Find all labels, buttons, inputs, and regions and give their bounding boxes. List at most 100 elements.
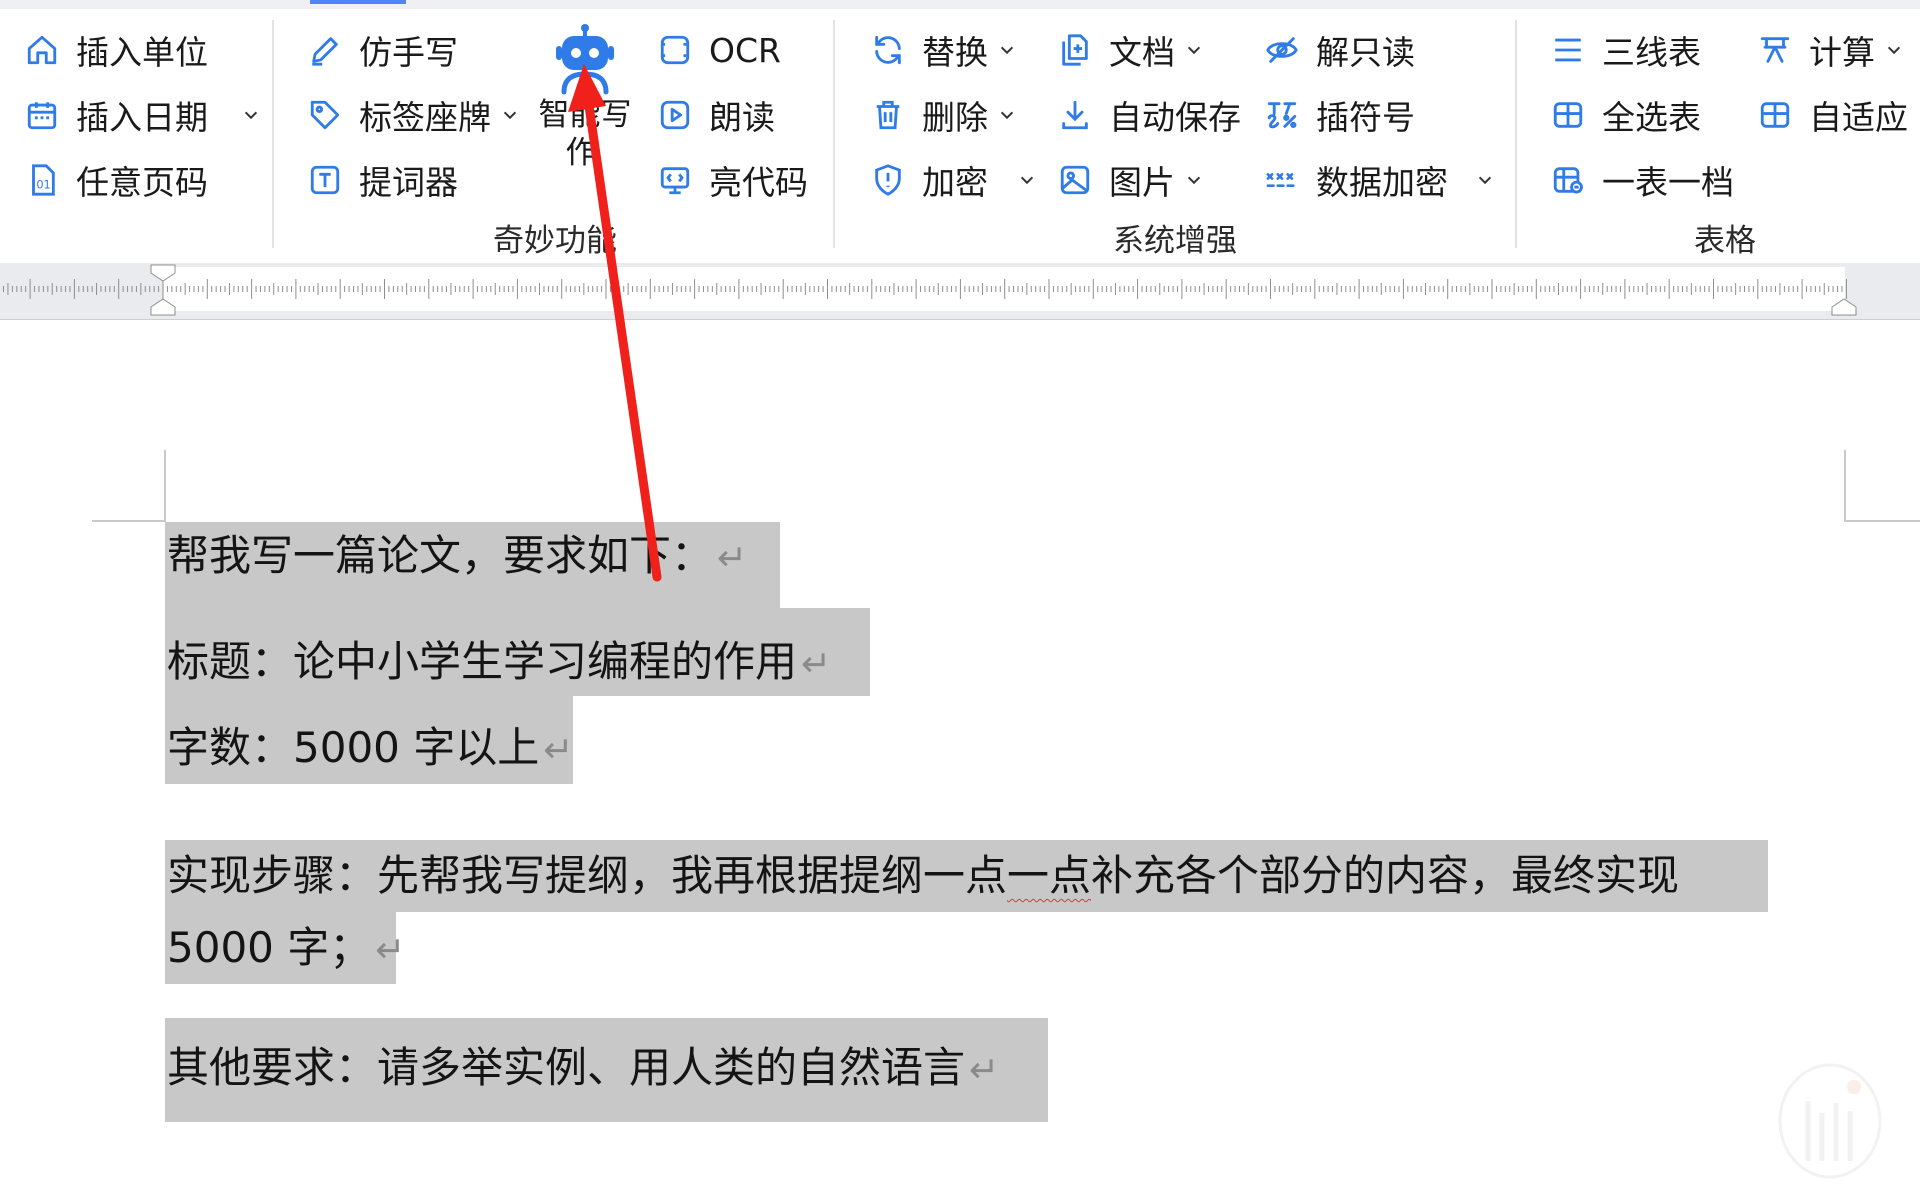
teleprompter-button[interactable]: 提词器 [305, 156, 458, 204]
chevron-down-icon[interactable] [1885, 40, 1905, 60]
robot-icon [550, 22, 620, 96]
paragraph[interactable]: 标题：论中小学生学习编程的作用 ↵ [167, 626, 831, 701]
chevron-down-icon[interactable] [998, 105, 1018, 125]
unlock-readonly-label: 解只读 [1316, 33, 1415, 72]
paragraph[interactable]: 帮我写一篇论文，要求如下： ↵ [167, 520, 747, 595]
paragraph-text: 其他要求：请多举实例、用人类的自然语言 [167, 1043, 966, 1092]
smart-writing-label-line1: 智能写 [538, 97, 632, 133]
group-divider [272, 20, 274, 248]
home-icon [22, 30, 62, 70]
tag-icon [305, 95, 345, 135]
shield-icon [868, 160, 908, 200]
three-lines-icon [1548, 30, 1588, 70]
scan-icon [655, 30, 695, 70]
page-number-button[interactable]: 01 任意页码 [22, 156, 208, 204]
pen-icon [305, 30, 345, 70]
ribbon-top-bar [0, 0, 1920, 9]
read-aloud-button[interactable]: 朗读 [655, 91, 775, 139]
svg-text:01: 01 [36, 178, 50, 192]
document-button[interactable]: 文档 [1055, 26, 1205, 74]
handwriting-button[interactable]: 仿手写 [305, 26, 458, 74]
data-encrypt-button[interactable]: 数据加密 [1262, 156, 1496, 204]
insert-date-button[interactable]: 插入日期 [22, 91, 262, 139]
paragraph-text: 5000 字； [167, 923, 372, 972]
encrypt-button[interactable]: 加密 [868, 156, 1038, 204]
return-icon: ↵ [801, 644, 832, 685]
smart-writing-label-line2-row: 作 [522, 134, 648, 178]
paragraph-text: 补充各个部分的内容，最终实现 [1091, 851, 1680, 900]
chevron-down-icon[interactable] [242, 105, 262, 125]
paragraph[interactable]: 字数：5000 字以上 ↵ [167, 712, 573, 787]
spelling-flag: 一点 [1007, 851, 1092, 900]
unlock-readonly-button[interactable]: 解只读 [1262, 26, 1415, 74]
watermark-logo [1778, 1063, 1882, 1179]
paragraph-text: 标题：论中小学生学习编程的作用 [167, 637, 798, 686]
ocr-button[interactable]: OCR [655, 26, 781, 74]
encrypt-label: 加密 [922, 163, 988, 202]
insert-unit-button[interactable]: 插入单位 [22, 26, 208, 74]
group-label-wonder: 奇妙功能 [493, 223, 617, 259]
document-page[interactable]: 帮我写一篇论文，要求如下： ↵ 标题：论中小学生学习编程的作用 ↵ 字数：5000 … [0, 320, 1920, 1201]
ocr-label: OCR [709, 30, 781, 70]
paragraph[interactable]: 其他要求：请多举实例、用人类的自然语言 ↵ [167, 1032, 999, 1107]
document-add-icon [1055, 30, 1095, 70]
table-per-file-button[interactable]: 一表一档 [1548, 156, 1734, 204]
calculate-button[interactable]: 计算 [1755, 26, 1905, 74]
chevron-down-icon[interactable] [1185, 170, 1205, 190]
ribbon-toolbar: 插入单位 插入日期 01 任意页码 仿手写 标签座牌 提词器 智能写 作 OCR… [0, 0, 1920, 264]
page-number-label: 任意页码 [76, 163, 208, 202]
page-number-icon: 01 [22, 160, 62, 200]
paragraph-text: 帮我写一篇论文，要求如下： [167, 531, 714, 580]
insert-date-label: 插入日期 [76, 98, 208, 137]
three-line-table-label: 三线表 [1602, 33, 1701, 72]
group-divider [1515, 20, 1517, 248]
trash-icon [868, 95, 908, 135]
return-icon: ↵ [717, 538, 748, 579]
chevron-down-icon[interactable] [501, 105, 521, 125]
horizontal-ruler[interactable] [0, 263, 1920, 320]
play-icon [655, 95, 695, 135]
data-encrypt-icon [1262, 160, 1302, 200]
code-monitor-icon [655, 160, 695, 200]
paragraph[interactable]: 5000 字； ↵ [167, 912, 405, 987]
chevron-down-icon[interactable] [998, 40, 1018, 60]
text-box-icon [305, 160, 345, 200]
smart-writing-label-line2: 作 [565, 135, 597, 171]
auto-save-label: 自动保存 [1109, 98, 1241, 137]
chevron-down-icon[interactable] [1185, 40, 1205, 60]
image-label: 图片 [1109, 163, 1175, 202]
calendar-icon [22, 95, 62, 135]
document-label: 文档 [1109, 33, 1175, 72]
highlight-code-button[interactable]: 亮代码 [655, 156, 808, 204]
image-icon [1055, 160, 1095, 200]
auto-save-button[interactable]: 自动保存 [1055, 91, 1241, 139]
tag-seat-button[interactable]: 标签座牌 [305, 91, 521, 139]
eye-off-icon [1262, 30, 1302, 70]
chevron-down-icon[interactable] [1018, 170, 1038, 190]
select-table-label: 全选表 [1602, 98, 1701, 137]
replace-button[interactable]: 替换 [868, 26, 1018, 74]
teleprompter-label: 提词器 [359, 163, 458, 202]
formula-icon [1755, 30, 1795, 70]
three-line-table-button[interactable]: 三线表 [1548, 26, 1701, 74]
select-table-button[interactable]: 全选表 [1548, 91, 1701, 139]
table-fit-icon [1755, 95, 1795, 135]
highlight-code-label: 亮代码 [709, 163, 808, 202]
image-button[interactable]: 图片 [1055, 156, 1205, 204]
active-tab-indicator [310, 0, 406, 4]
smart-writing-button[interactable]: 智能写 作 [522, 22, 648, 197]
table-link-icon [1548, 160, 1588, 200]
delete-button[interactable]: 删除 [868, 91, 1018, 139]
handwriting-label: 仿手写 [359, 33, 458, 72]
autofit-label: 自适应 [1809, 98, 1908, 137]
autofit-button[interactable]: 自适应 [1755, 91, 1908, 139]
insert-symbol-button[interactable]: 插符号 [1262, 91, 1415, 139]
paragraph[interactable]: 实现步骤：先帮我写提纲，我再根据提纲一点一点补充各个部分的内容，最终实现 [167, 840, 1679, 912]
chevron-down-icon[interactable] [1476, 170, 1496, 190]
return-icon: ↵ [543, 730, 574, 771]
calculate-label: 计算 [1809, 33, 1875, 72]
crop-mark [1844, 450, 1846, 522]
table-icon [1548, 95, 1588, 135]
table-per-file-label: 一表一档 [1602, 163, 1734, 202]
paragraph-text: 字数：5000 字以上 [167, 723, 540, 772]
